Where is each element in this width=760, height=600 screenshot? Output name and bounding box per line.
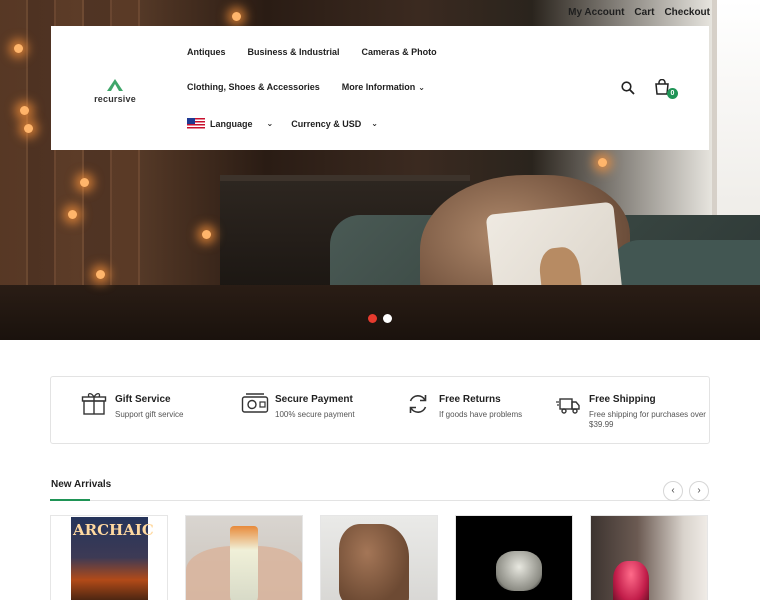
service-title: Free Shipping [589, 394, 656, 405]
logo-text: recursive [94, 94, 136, 104]
logo-icon [106, 78, 124, 92]
product-card[interactable] [590, 515, 708, 600]
currency-label: Currency & USD [291, 118, 362, 129]
cart-link[interactable]: Cart [634, 7, 654, 18]
nav-row-2: Clothing, Shoes & Accessories More Infor… [187, 82, 447, 92]
service-desc: If goods have problems [439, 410, 523, 419]
service-desc: Support gift service [115, 410, 184, 419]
product-image[interactable] [339, 524, 409, 600]
refresh-icon [405, 391, 433, 419]
cart-count-badge: 0 [667, 88, 678, 99]
carousel-prev-button[interactable]: ‹ [663, 481, 683, 501]
checkout-link[interactable]: Checkout [664, 7, 710, 18]
gift-icon [81, 391, 109, 419]
more-information-label: More Information [341, 82, 416, 92]
carousel-next-button[interactable]: › [689, 481, 709, 501]
nav-item-antiques[interactable]: Antiques [187, 47, 226, 57]
string-light-icon [80, 178, 89, 187]
language-label: Language [210, 118, 253, 129]
product-image[interactable]: ARCHAIC [71, 517, 154, 600]
product-image-detail [230, 526, 258, 600]
service-free-returns: Free Returns If goods have problems [405, 391, 522, 420]
product-card[interactable]: ARCHAIC [50, 515, 168, 600]
site-header: recursive Antiques Business & Industrial… [51, 26, 709, 150]
product-cover-text: ARCHAIC [73, 521, 154, 539]
nav-item-cameras-photo[interactable]: Cameras & Photo [362, 47, 437, 57]
chevron-down-icon: ⌄ [418, 82, 425, 92]
service-gift: Gift Service Support gift service [81, 391, 183, 420]
string-light-icon [14, 44, 23, 53]
services-bar: Gift Service Support gift service Secure… [50, 376, 710, 444]
nav-row-3: Language ⌄ Currency & USD ⌄ [187, 118, 400, 129]
chevron-down-icon: ⌄ [371, 119, 378, 128]
hero-floor [0, 285, 760, 340]
slider-dots [368, 314, 392, 323]
string-light-icon [20, 106, 29, 115]
string-light-icon [96, 270, 105, 279]
service-secure-payment: Secure Payment 100% secure payment [241, 391, 355, 420]
service-title: Gift Service [115, 394, 171, 405]
section-title-new-arrivals: New Arrivals [51, 479, 112, 490]
my-account-link[interactable]: My Account [568, 7, 624, 18]
service-title: Free Returns [439, 394, 501, 405]
logo[interactable]: recursive [85, 78, 145, 104]
us-flag-icon [187, 118, 205, 129]
product-card[interactable] [455, 515, 573, 600]
secure-payment-icon [241, 391, 269, 419]
nav-item-more-information[interactable]: More Information ⌄ [342, 82, 425, 92]
string-light-icon [24, 124, 33, 133]
service-desc: Free shipping for purchases over $39.99 [589, 410, 706, 429]
product-card[interactable] [320, 515, 438, 600]
string-light-icon [68, 210, 77, 219]
service-free-shipping: Free Shipping Free shipping for purchase… [555, 391, 709, 430]
chevron-down-icon: ⌄ [266, 119, 274, 128]
product-image[interactable] [496, 551, 542, 591]
truck-icon [555, 391, 583, 419]
string-light-icon [232, 12, 241, 21]
slider-dot-1[interactable] [368, 314, 377, 323]
section-divider [50, 500, 710, 501]
section-divider-accent [50, 499, 90, 501]
string-light-icon [202, 230, 211, 239]
nav-row-1: Antiques Business & Industrial Cameras &… [187, 47, 459, 57]
top-links: My Account Cart Checkout [568, 7, 710, 18]
product-image[interactable] [613, 561, 649, 600]
nav-item-business-industrial[interactable]: Business & Industrial [248, 47, 340, 57]
product-card[interactable] [185, 515, 303, 600]
string-light-icon [598, 158, 607, 167]
slider-dot-2[interactable] [383, 314, 392, 323]
service-desc: 100% secure payment [275, 410, 355, 419]
service-title: Secure Payment [275, 394, 353, 405]
nav-item-clothing[interactable]: Clothing, Shoes & Accessories [187, 82, 320, 92]
search-icon[interactable] [621, 81, 635, 100]
language-selector[interactable]: Language ⌄ [187, 118, 273, 129]
currency-selector[interactable]: Currency & USD ⌄ [291, 119, 378, 129]
